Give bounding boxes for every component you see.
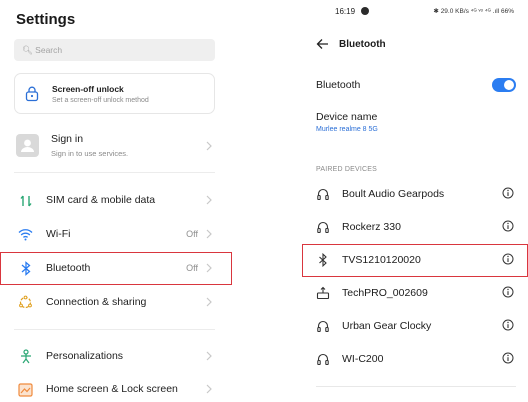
chevron-right-icon [206, 229, 212, 239]
paired-device-row[interactable]: WI-C200 [300, 343, 528, 376]
device-name-value: Murlee realme 8 5G [316, 126, 378, 133]
top-bar: Bluetooth [300, 33, 528, 57]
search-input[interactable]: 🔍︎ Search [14, 39, 215, 61]
toggle-knob [504, 80, 514, 90]
settings-item-wifi[interactable]: Wi-Fi Off [0, 218, 232, 251]
bluetooth-label: Bluetooth [316, 79, 361, 91]
settings-item-value: Off [186, 229, 198, 239]
home-screen-icon [17, 381, 34, 398]
divider [14, 172, 215, 173]
card-title: Screen-off unlock [52, 84, 124, 94]
paired-device-row[interactable]: Urban Gear Clocky [300, 310, 528, 343]
back-arrow-icon[interactable] [316, 38, 329, 50]
info-icon[interactable] [502, 220, 514, 232]
status-time: 16:19 [335, 7, 356, 16]
divider [316, 386, 516, 387]
personalization-icon [17, 348, 34, 365]
status-icons: ✱ 29.0 KB/s ⁴ᴳ ᵛᵒ ⁴ᴳ .ıll 66% [433, 8, 514, 15]
page-title: Settings [16, 11, 76, 28]
settings-item-label: Home screen & Lock screen [46, 383, 178, 395]
info-icon[interactable] [502, 187, 514, 199]
device-label: Rockerz 330 [342, 221, 401, 233]
card-subtitle: Set a screen-off unlock method [52, 97, 149, 104]
device-label: Boult Audio Gearpods [342, 188, 445, 200]
avatar [16, 134, 39, 157]
chevron-right-icon [206, 195, 212, 205]
person-icon [21, 139, 34, 152]
recording-icon [361, 7, 369, 15]
search-icon: 🔍︎ [22, 45, 33, 55]
input-device-icon [316, 286, 330, 300]
device-label: Urban Gear Clocky [342, 320, 432, 332]
bluetooth-toggle-row[interactable]: Bluetooth [300, 73, 528, 97]
sign-in-title: Sign in [51, 133, 84, 145]
paired-device-row[interactable]: Rockerz 330 [300, 211, 528, 244]
device-name-row[interactable]: Device name Murlee realme 8 5G [316, 111, 378, 133]
sim-icon [17, 192, 34, 209]
device-label: TechPRO_002609 [342, 287, 428, 299]
sign-in-row[interactable]: Sign in Sign in to use services. [0, 124, 232, 168]
info-icon[interactable] [502, 286, 514, 298]
settings-item-personalizations[interactable]: Personalizations [0, 340, 232, 373]
section-header: PAIRED DEVICES [316, 166, 378, 173]
settings-item-label: SIM card & mobile data [46, 194, 156, 206]
highlight-box [0, 252, 232, 285]
chevron-right-icon [206, 297, 212, 307]
device-name-label: Device name [316, 111, 378, 123]
settings-item-label: Wi-Fi [46, 228, 71, 240]
device-label: WI-C200 [342, 353, 384, 365]
highlight-box [302, 244, 528, 277]
screen-off-unlock-card[interactable]: Screen-off unlock Set a screen-off unloc… [14, 73, 215, 114]
headphones-icon [317, 221, 329, 234]
divider [14, 329, 215, 330]
settings-item-label: Personalizations [46, 350, 124, 362]
settings-item-connection[interactable]: Connection & sharing [0, 286, 232, 319]
headphones-icon [317, 353, 329, 366]
settings-item-home-screen[interactable]: Home screen & Lock screen [0, 373, 232, 402]
headphones-icon [317, 320, 329, 333]
status-bar: 16:19 ✱ 29.0 KB/s ⁴ᴳ ᵛᵒ ⁴ᴳ .ıll 66% [300, 0, 528, 22]
headphones-icon [317, 188, 329, 201]
connection-icon [17, 294, 34, 311]
settings-item-label: Connection & sharing [46, 296, 147, 308]
sign-in-subtitle: Sign in to use services. [51, 149, 129, 158]
bluetooth-toggle[interactable] [492, 78, 516, 92]
paired-device-row[interactable]: Boult Audio Gearpods [300, 178, 528, 211]
page-title: Bluetooth [339, 39, 386, 50]
chevron-right-icon [206, 141, 212, 151]
chevron-right-icon [206, 384, 212, 394]
paired-device-row[interactable]: TechPRO_002609 [300, 277, 528, 310]
lock-icon [25, 86, 39, 102]
wifi-icon [17, 226, 34, 243]
bluetooth-panel: 16:19 ✱ 29.0 KB/s ⁴ᴳ ᵛᵒ ⁴ᴳ .ıll 66% Blue… [300, 0, 528, 402]
chevron-right-icon [206, 351, 212, 361]
info-icon[interactable] [502, 319, 514, 331]
search-placeholder: Search [35, 45, 63, 55]
info-icon[interactable] [502, 352, 514, 364]
settings-item-sim[interactable]: SIM card & mobile data [0, 184, 232, 217]
settings-panel: Settings 🔍︎ Search Screen-off unlock Set… [0, 0, 232, 402]
